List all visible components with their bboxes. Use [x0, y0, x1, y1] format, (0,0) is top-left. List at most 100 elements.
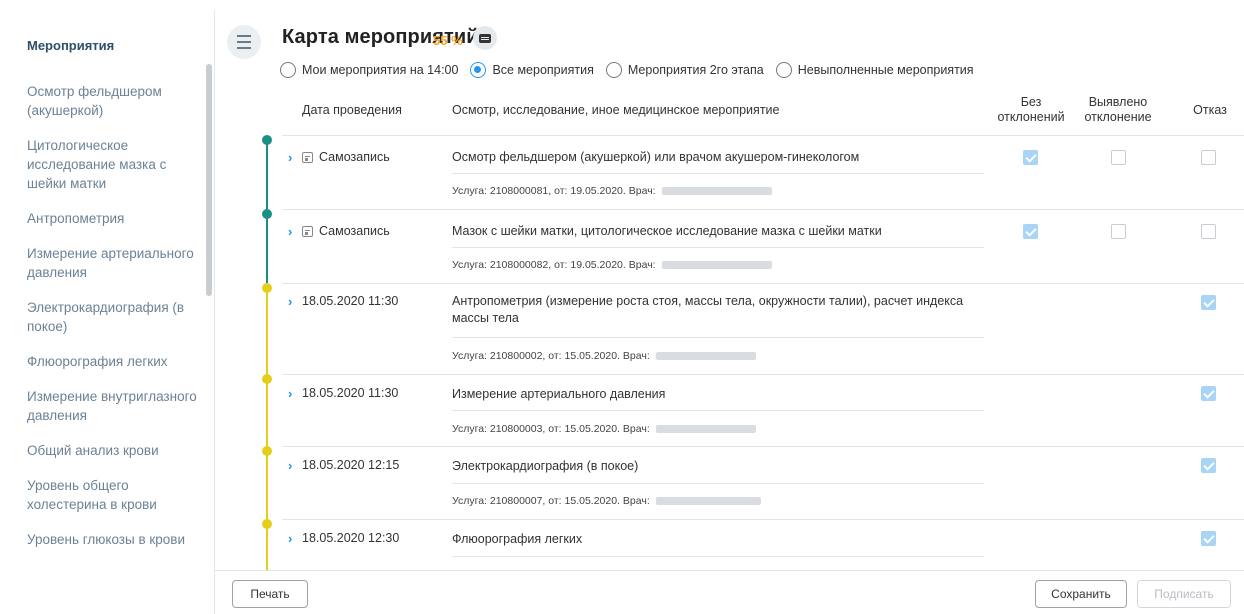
radio-button[interactable] [775, 62, 792, 78]
column-label: Без [1020, 95, 1042, 109]
sidebar-item-anthropometry[interactable]: Антропометрия [27, 209, 202, 228]
table-row[interactable]: › Самозапись Мазок с шейки матки, цитоло… [282, 210, 1244, 284]
row-service-info: Услуга: 2108000081, от: 19.05.2020. Врач… [452, 185, 772, 197]
events-table: Дата проведения Осмотр, исследование, ин… [282, 84, 1244, 570]
row-event-name: Электрокардиография (в покое) [452, 459, 639, 473]
table-row[interactable]: › Самозапись Осмотр фельдшером (акушерко… [282, 136, 1244, 210]
sidebar-item-eye-pressure[interactable]: Измерение внутриглазного давления [27, 387, 202, 425]
row-event-name: Осмотр фельдшером (акушеркой) или врачом… [452, 150, 860, 164]
progress-percent: 55 % [433, 33, 463, 48]
chevron-right-icon[interactable]: › [288, 150, 292, 165]
sidebar-item-cholesterol[interactable]: Уровень общего холестерина в крови [27, 476, 202, 514]
card-icon-button[interactable] [473, 26, 497, 50]
menu-toggle-button[interactable] [227, 25, 261, 59]
radio-button[interactable] [605, 62, 622, 78]
hamburger-icon-line [237, 47, 251, 49]
checkbox-no-deviation[interactable] [1023, 224, 1038, 239]
row-event-name: Измерение артериального давления [452, 387, 666, 401]
doctor-name-redacted [661, 261, 772, 269]
row-service-text: Услуга: 2108000081, от: 19.05.2020. Врач… [452, 185, 656, 197]
column-refusal: Отказ [1193, 102, 1227, 117]
table-row[interactable]: › 18.05.2020 11:30 Измерение артериально… [282, 375, 1244, 447]
row-service-info: Услуга: 210800007, от: 15.05.2020. Врач: [452, 495, 761, 507]
calendar-icon [302, 151, 313, 163]
filter-label: Все мероприятия [492, 63, 594, 77]
sidebar-item-exam[interactable]: Осмотр фельдшером (акушеркой) [27, 82, 202, 120]
filter-label: Мероприятия 2го этапа [627, 63, 764, 77]
sidebar-divider [214, 10, 215, 614]
filter-stage2-events[interactable]: Мероприятия 2го этапа [605, 62, 764, 78]
sidebar-scrollbar[interactable] [206, 64, 212, 296]
checkbox-refusal[interactable] [1201, 458, 1216, 473]
row-separator [452, 337, 984, 338]
row-date: 18.05.2020 12:15 [302, 458, 400, 472]
table-row[interactable]: › 18.05.2020 12:15 Электрокардиография (… [282, 447, 1244, 520]
filter-my-events[interactable]: Мои мероприятия на 14:00 [280, 62, 458, 78]
radio-button[interactable] [280, 62, 296, 78]
row-service-text: Услуга: 210800007, от: 15.05.2020. Врач: [452, 495, 650, 507]
row-separator [452, 173, 984, 174]
timeline-dot [262, 135, 272, 145]
column-event-name: Осмотр, исследование, иное медицинское м… [452, 103, 780, 117]
row-service-info: Услуга: 210800002, от: 15.05.2020. Врач: [452, 350, 756, 362]
checkbox-refusal[interactable] [1201, 150, 1216, 165]
sidebar-item-glucose[interactable]: Уровень глюкозы в крови [27, 530, 202, 549]
row-separator [452, 556, 984, 557]
hamburger-icon-line [237, 41, 251, 43]
row-date: Самозапись [302, 224, 390, 238]
sidebar-item-blood-test[interactable]: Общий анализ крови [27, 441, 202, 460]
sidebar-item-ecg[interactable]: Электрокардиография (в покое) [27, 298, 202, 336]
column-label: отклонений [997, 110, 1065, 124]
sidebar-list: Осмотр фельдшером (акушеркой) Цитологиче… [27, 82, 202, 565]
column-date: Дата проведения [302, 103, 402, 117]
row-event-name: Мазок с шейки матки, цитологическое иссл… [452, 224, 882, 238]
chevron-right-icon[interactable]: › [288, 458, 292, 473]
timeline-dot [262, 283, 272, 293]
sidebar-title: Мероприятия [27, 38, 115, 53]
column-label: отклонение [1084, 110, 1152, 124]
sidebar-item-cytology[interactable]: Цитологическое исследование мазка с шейк… [27, 136, 202, 193]
filter-label: Мои мероприятия на 14:00 [302, 63, 459, 77]
sign-button[interactable]: Подписать [1137, 580, 1231, 608]
chevron-right-icon[interactable]: › [288, 294, 292, 309]
filter-unfinished-events[interactable]: Невыполненные мероприятия [775, 62, 974, 78]
hamburger-icon [237, 35, 251, 37]
column-no-deviation: Без отклонений [994, 84, 1068, 136]
row-service-info: Услуга: 2108000082, от: 19.05.2020. Врач… [452, 259, 772, 271]
chevron-right-icon[interactable]: › [288, 531, 292, 546]
timeline-dot [262, 374, 272, 384]
row-date-text: Самозапись [319, 224, 390, 238]
chevron-right-icon[interactable]: › [288, 224, 292, 239]
checkbox-refusal[interactable] [1201, 531, 1216, 546]
row-date: 18.05.2020 11:30 [302, 386, 399, 400]
column-label: Выявлено [1088, 95, 1148, 109]
radio-button-checked[interactable] [470, 62, 487, 78]
sidebar-item-fluorography[interactable]: Флюорография легких [27, 352, 202, 371]
filter-all-events[interactable]: Все мероприятия [470, 62, 594, 78]
save-button[interactable]: Сохранить [1035, 580, 1127, 608]
checkbox-no-deviation[interactable] [1023, 150, 1038, 165]
row-date-text: Самозапись [319, 150, 390, 164]
row-separator [452, 483, 984, 484]
row-date: 18.05.2020 11:30 [302, 294, 399, 308]
doctor-name-redacted [655, 352, 756, 360]
checkbox-refusal[interactable] [1201, 224, 1216, 239]
table-row[interactable]: › 18.05.2020 12:30 Флюорография легких [282, 520, 1244, 570]
checkbox-deviation-found[interactable] [1111, 150, 1126, 165]
table-row[interactable]: › 18.05.2020 11:30 Антропометрия (измере… [282, 284, 1244, 375]
print-button[interactable]: Печать [232, 580, 308, 608]
doctor-name-redacted [661, 187, 772, 195]
checkbox-refusal[interactable] [1201, 295, 1216, 310]
chevron-right-icon[interactable]: › [288, 386, 292, 401]
checkbox-deviation-found[interactable] [1111, 224, 1126, 239]
row-date: Самозапись [302, 150, 390, 164]
sidebar-item-blood-pressure[interactable]: Измерение артериального давления [27, 244, 202, 282]
sidebar: Мероприятия Осмотр фельдшером (акушеркой… [0, 0, 215, 614]
row-event-name: Антропометрия (измерение роста стоя, мас… [452, 294, 964, 325]
row-service-text: Услуга: 210800002, от: 15.05.2020. Врач: [452, 350, 650, 362]
row-date: 18.05.2020 12:30 [302, 531, 400, 545]
timeline-dot [262, 209, 272, 219]
row-service-text: Услуга: 2108000082, от: 19.05.2020. Врач… [452, 259, 656, 271]
doctor-name-redacted [655, 425, 756, 433]
checkbox-refusal[interactable] [1201, 386, 1216, 401]
